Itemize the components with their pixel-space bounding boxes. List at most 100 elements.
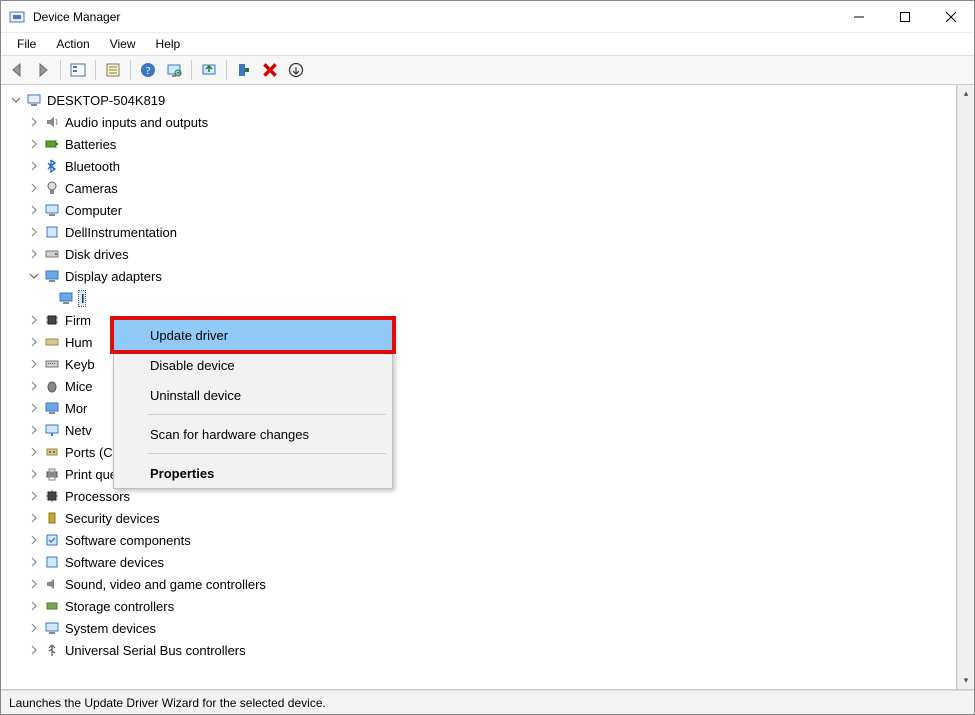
tree-item-computer[interactable]: Computer [7, 199, 956, 221]
context-item-label: Disable device [150, 358, 235, 373]
tree-item-label: DellInstrumentation [65, 225, 177, 240]
properties-button[interactable] [101, 58, 125, 82]
chevron-down-icon[interactable] [9, 93, 23, 107]
chevron-right-icon[interactable] [27, 423, 41, 437]
chevron-right-icon[interactable] [27, 445, 41, 459]
tree-item-label: System devices [65, 621, 156, 636]
tree-item-disk-drives[interactable]: Disk drives [7, 243, 956, 265]
context-properties[interactable]: Properties [114, 458, 392, 488]
menu-action[interactable]: Action [46, 35, 99, 53]
chevron-right-icon[interactable] [27, 401, 41, 415]
context-item-label: Properties [150, 466, 214, 481]
chevron-right-icon[interactable] [27, 225, 41, 239]
battery-icon [43, 135, 61, 153]
show-hide-tree-button[interactable] [66, 58, 90, 82]
tree-item-label: Universal Serial Bus controllers [65, 643, 246, 658]
chevron-right-icon[interactable] [27, 137, 41, 151]
chevron-right-icon[interactable] [27, 533, 41, 547]
tree-item-label: Hum [65, 335, 92, 350]
tree-item-label: Keyb [65, 357, 95, 372]
context-update-driver[interactable]: Update driver [114, 320, 392, 350]
usb-icon [43, 641, 61, 659]
chevron-right-icon[interactable] [27, 335, 41, 349]
tree-item-usb[interactable]: Universal Serial Bus controllers [7, 639, 956, 661]
tree-item-label: Storage controllers [65, 599, 174, 614]
add-legacy-hardware-button[interactable] [232, 58, 256, 82]
scroll-up-button[interactable]: ▴ [958, 85, 974, 102]
chevron-right-icon[interactable] [27, 577, 41, 591]
tree-item-display-adapter-child[interactable]: I [7, 287, 956, 309]
maximize-button[interactable] [882, 1, 928, 33]
chevron-right-icon[interactable] [27, 247, 41, 261]
tree-item-software-components[interactable]: Software components [7, 529, 956, 551]
scan-hardware-button[interactable] [162, 58, 186, 82]
statusbar: Launches the Update Driver Wizard for th… [1, 690, 974, 714]
disable-device-button[interactable] [284, 58, 308, 82]
chevron-right-icon[interactable] [27, 379, 41, 393]
tree-item-display-adapters[interactable]: Display adapters [7, 265, 956, 287]
tree-item-label: Cameras [65, 181, 118, 196]
context-disable-device[interactable]: Disable device [114, 350, 392, 380]
back-button[interactable] [5, 58, 29, 82]
tree-item-bluetooth[interactable]: Bluetooth [7, 155, 956, 177]
tree-item-cameras[interactable]: Cameras [7, 177, 956, 199]
tree-item-sound[interactable]: Sound, video and game controllers [7, 573, 956, 595]
toolbar-separator [130, 60, 131, 80]
context-item-label: Scan for hardware changes [150, 427, 309, 442]
sound-icon [43, 575, 61, 593]
display-adapter-icon [57, 289, 75, 307]
tree-item-software-devices[interactable]: Software devices [7, 551, 956, 573]
security-icon [43, 509, 61, 527]
chevron-right-icon[interactable] [27, 357, 41, 371]
chevron-right-icon[interactable] [27, 467, 41, 481]
tree-item-label: Sound, video and game controllers [65, 577, 266, 592]
computer-icon [43, 201, 61, 219]
tree-item-label: Computer [65, 203, 122, 218]
chevron-right-icon[interactable] [27, 159, 41, 173]
menu-file[interactable]: File [7, 35, 46, 53]
menu-view[interactable]: View [100, 35, 146, 53]
menubar: File Action View Help [1, 33, 974, 55]
context-scan-hardware[interactable]: Scan for hardware changes [114, 419, 392, 449]
forward-button[interactable] [31, 58, 55, 82]
hid-icon [43, 333, 61, 351]
tree-root[interactable]: DESKTOP-504K819 [7, 89, 956, 111]
tree-item-audio[interactable]: Audio inputs and outputs [7, 111, 956, 133]
scroll-down-button[interactable]: ▾ [958, 672, 974, 689]
chevron-right-icon[interactable] [27, 313, 41, 327]
tree-item-storage-controllers[interactable]: Storage controllers [7, 595, 956, 617]
chevron-right-icon[interactable] [27, 489, 41, 503]
tree-item-label: Display adapters [65, 269, 162, 284]
chevron-right-icon[interactable] [27, 599, 41, 613]
tree-item-batteries[interactable]: Batteries [7, 133, 956, 155]
mouse-icon [43, 377, 61, 395]
keyboard-icon [43, 355, 61, 373]
tree-item-security-devices[interactable]: Security devices [7, 507, 956, 529]
help-topics-button[interactable]: ? [136, 58, 160, 82]
app-icon [9, 9, 25, 25]
update-driver-button[interactable] [197, 58, 221, 82]
monitor-icon [43, 399, 61, 417]
chevron-right-icon[interactable] [27, 115, 41, 129]
printer-icon [43, 465, 61, 483]
chevron-right-icon[interactable] [27, 621, 41, 635]
minimize-button[interactable] [836, 1, 882, 33]
tree-item-label: Processors [65, 489, 130, 504]
context-uninstall-device[interactable]: Uninstall device [114, 380, 392, 410]
toolbar: ? [1, 55, 974, 85]
client-area: DESKTOP-504K819 Audio inputs and outputs… [1, 85, 974, 690]
menu-help[interactable]: Help [146, 35, 191, 53]
display-adapter-icon [43, 267, 61, 285]
chevron-right-icon[interactable] [27, 181, 41, 195]
chevron-right-icon[interactable] [27, 203, 41, 217]
chevron-down-icon[interactable] [27, 269, 41, 283]
vertical-scrollbar[interactable]: ▴ ▾ [957, 85, 974, 689]
uninstall-button[interactable] [258, 58, 282, 82]
chevron-right-icon[interactable] [27, 555, 41, 569]
tree-item-dellinstrumentation[interactable]: DellInstrumentation [7, 221, 956, 243]
chevron-right-icon[interactable] [27, 643, 41, 657]
system-icon [43, 619, 61, 637]
tree-item-system-devices[interactable]: System devices [7, 617, 956, 639]
close-button[interactable] [928, 1, 974, 33]
chevron-right-icon[interactable] [27, 511, 41, 525]
